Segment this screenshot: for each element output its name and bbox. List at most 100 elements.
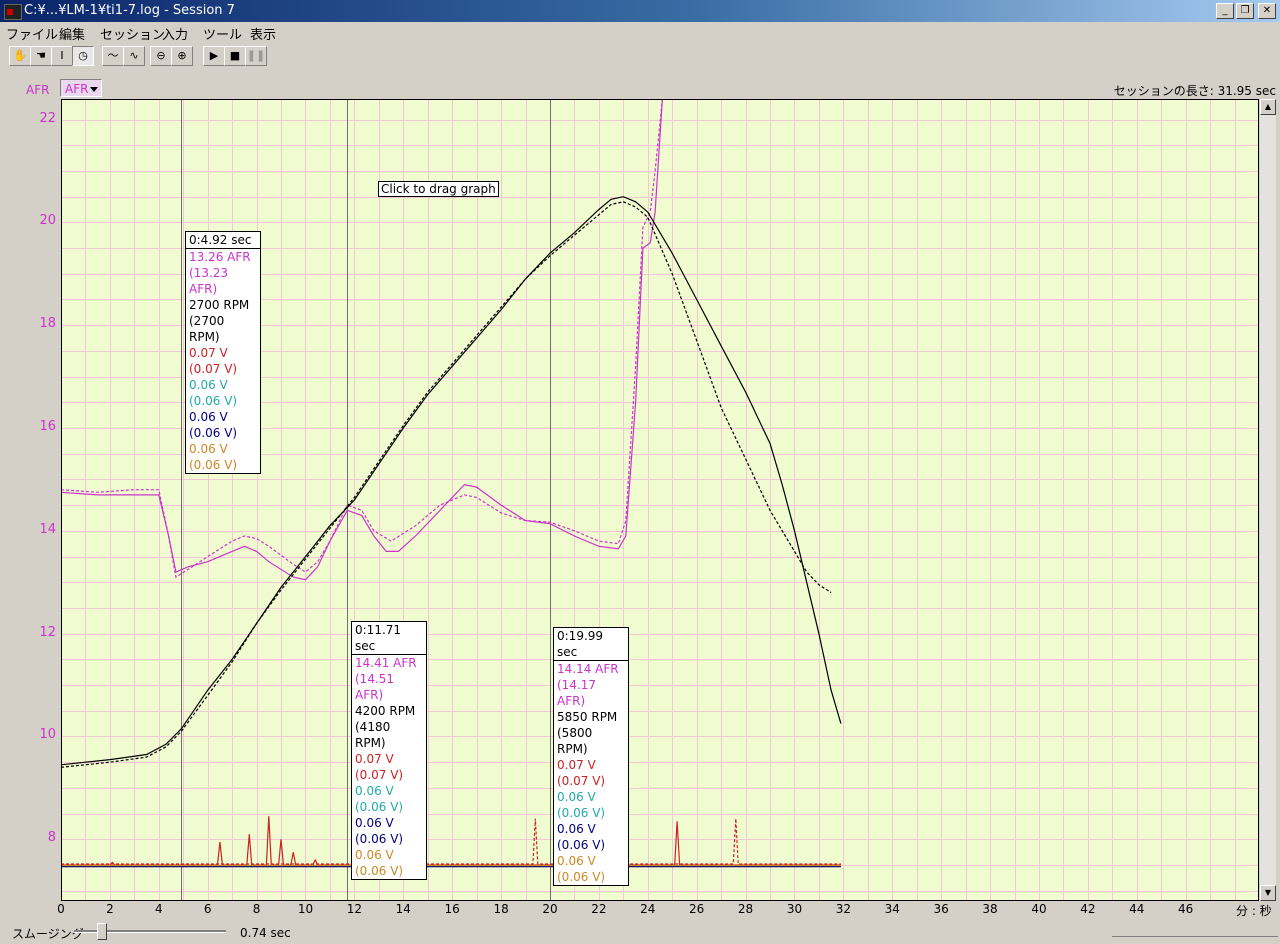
vertical-scrollbar[interactable]: ▲ ▼ — [1260, 99, 1276, 901]
y-axis-unit-label: AFR — [26, 83, 50, 97]
menu-edit[interactable]: 編集 — [59, 24, 85, 43]
cursor-value: 0.06 V — [189, 378, 228, 392]
y-tick-label: 10 — [39, 727, 56, 743]
y-axis-channel-value: AFR — [65, 82, 89, 96]
cursor-value: (0.06 V) — [355, 800, 404, 814]
y-tick-label: 8 — [47, 830, 56, 846]
cursor-value: (13.23 AFR) — [189, 266, 229, 296]
cursor-value: (0.07 V) — [557, 774, 606, 788]
cursor-value: (0.06 V) — [557, 806, 606, 820]
menu-file[interactable]: ファイル — [6, 24, 58, 43]
menu-session[interactable]: セッション — [100, 24, 165, 43]
cursor-value: (0.06 V) — [355, 864, 404, 878]
cursor-value: (0.06 V) — [557, 870, 606, 884]
smooth-line-icon[interactable]: ～ — [102, 46, 124, 66]
cursor-value: 5850 RPM — [557, 710, 618, 724]
cursor-value: (14.17 AFR) — [557, 678, 597, 708]
zoom-out-icon[interactable]: ⊖ — [150, 46, 172, 66]
waveform-icon[interactable]: ∿ — [123, 46, 145, 66]
cursor-value: (4180 RPM) — [355, 720, 391, 750]
cursor-value: 0.06 V — [189, 442, 228, 456]
cursor-value: (0.06 V) — [189, 458, 238, 472]
cursor-value: (0.07 V) — [189, 362, 238, 376]
cursor-readout[interactable]: 0:4.92 sec 13.26 AFR (13.23 AFR) 2700 RPM (2… — [185, 231, 261, 474]
x-tick-label: 42 — [1080, 902, 1096, 916]
x-tick-label: 34 — [884, 902, 900, 916]
plot-background — [61, 99, 1259, 901]
cursor-value: (0.07 V) — [355, 768, 404, 782]
y-tick-label: 12 — [39, 624, 56, 640]
play-icon[interactable]: ▶ — [203, 46, 225, 66]
scroll-up-icon[interactable]: ▲ — [1260, 99, 1276, 115]
x-tick-label: 10 — [297, 902, 314, 916]
x-tick-label: 28 — [737, 902, 754, 916]
menu-tools[interactable]: ツール — [203, 24, 242, 43]
x-tick-label: 14 — [395, 902, 411, 916]
pause-icon[interactable]: ❚❚ — [245, 46, 267, 66]
x-tick-label: 22 — [591, 902, 607, 916]
smoothing-bar: スムージング 0.74 sec — [0, 920, 1280, 943]
cursor-value: 14.41 AFR — [355, 656, 417, 670]
cursor-value: 0.06 V — [557, 790, 596, 804]
x-tick-label: 18 — [493, 902, 509, 916]
x-tick-label: 0 — [57, 902, 65, 916]
cursor-time: 0:19.99 sec — [554, 628, 628, 661]
zoom-in-icon[interactable]: ⊕ — [171, 46, 193, 66]
y-axis-channel-select[interactable]: AFR — [60, 79, 102, 97]
close-button[interactable]: ✕ — [1258, 3, 1276, 19]
session-length: セッションの長さ: 31.95 sec — [1113, 84, 1276, 98]
y-tick-label: 16 — [39, 419, 56, 435]
y-tick-label: 22 — [39, 110, 56, 126]
window-title: C:¥...¥LM-1¥ti1-7.log - Session 7 — [24, 3, 235, 18]
cursor-readout[interactable]: 0:11.71 sec 14.41 AFR (14.51 AFR) 4200 RPM (… — [351, 621, 427, 880]
y-tick-label: 18 — [39, 316, 56, 332]
toolbar: ✋ ☚ I ◷ ～ ∿ ⊖ ⊕ ▶ ■ ❚❚ — [0, 44, 1280, 68]
hand-icon[interactable]: ✋ — [9, 46, 31, 66]
x-tick-label: 36 — [933, 902, 949, 916]
x-tick-label: 44 — [1129, 902, 1145, 916]
cursor-value: (0.06 V) — [355, 832, 404, 846]
app-icon[interactable] — [4, 4, 22, 20]
cursor-value: (5800 RPM) — [557, 726, 593, 756]
cursor-value: 0.06 V — [355, 848, 394, 862]
x-tick-label: 24 — [640, 902, 656, 916]
cursor-value: 0.07 V — [189, 346, 228, 360]
cursor-value: 14.14 AFR — [557, 662, 619, 676]
x-tick-label: 38 — [982, 902, 998, 916]
grab-hand-icon[interactable]: ☚ — [30, 46, 52, 66]
x-axis-unit: 分 : 秒 — [1236, 904, 1272, 918]
x-tick-label: 2 — [106, 902, 114, 916]
cursor-value: 0.07 V — [557, 758, 596, 772]
clock-icon[interactable]: ◷ — [72, 46, 94, 66]
menu-input[interactable]: 入力 — [162, 24, 188, 43]
cursor-value: (0.06 V) — [189, 426, 238, 440]
x-tick-label: 4 — [154, 902, 163, 916]
smoothing-slider-thumb[interactable] — [97, 923, 107, 940]
x-tick-label: 6 — [203, 902, 212, 916]
chevron-down-icon — [90, 87, 98, 92]
cursor-value: 0.06 V — [189, 410, 228, 424]
x-tick-label: 16 — [444, 902, 460, 916]
stop-icon[interactable]: ■ — [224, 46, 246, 66]
cursor-time: 0:4.92 sec — [186, 232, 260, 249]
cursor-value: (0.06 V) — [557, 838, 606, 852]
scroll-down-icon[interactable]: ▼ — [1260, 885, 1276, 901]
restore-button[interactable]: ❐ — [1236, 3, 1254, 19]
cursor-value: 4200 RPM — [355, 704, 416, 718]
cursor-value: 2700 RPM — [189, 298, 250, 312]
y-tick-label: 14 — [39, 521, 56, 537]
x-tick-label: 8 — [252, 902, 261, 916]
minimize-button[interactable]: _ — [1216, 3, 1234, 19]
drag-hint-tooltip: Click to drag graph — [378, 181, 499, 197]
cursor-value: 0.06 V — [355, 816, 394, 830]
x-tick-label: 32 — [835, 902, 851, 916]
smoothing-value: 0.74 sec — [240, 926, 291, 940]
chart-plot-area[interactable] — [61, 99, 1259, 901]
cursor-readout[interactable]: 0:19.99 sec 14.14 AFR (14.17 AFR) 5850 RPM (… — [553, 627, 629, 886]
x-tick-label: 30 — [786, 902, 803, 916]
cursor-value: 0.07 V — [355, 752, 394, 766]
cursor-value: 0.06 V — [355, 784, 394, 798]
menu-view[interactable]: 表示 — [250, 24, 276, 43]
text-cursor-icon[interactable]: I — [51, 46, 73, 66]
cursor-value: 0.06 V — [557, 854, 596, 868]
